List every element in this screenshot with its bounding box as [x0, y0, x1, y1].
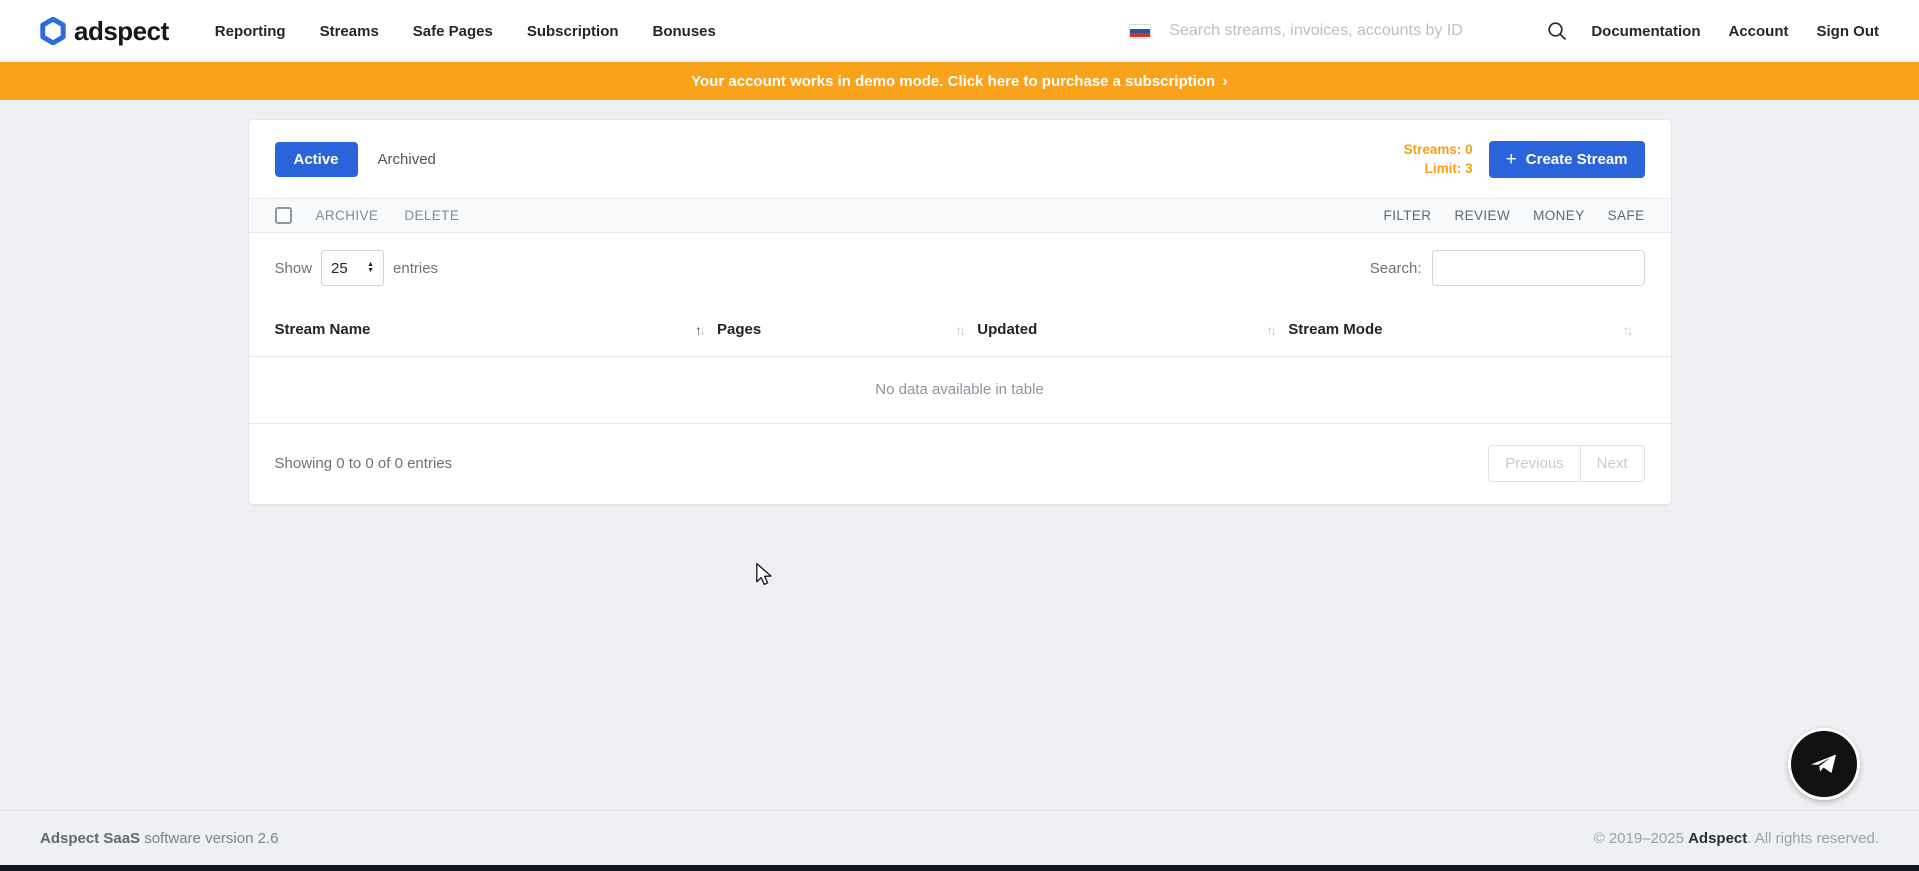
- plus-icon: +: [1506, 150, 1517, 169]
- money-mode[interactable]: MONEY: [1533, 208, 1585, 223]
- quota-limit: Limit: 3: [1404, 159, 1473, 178]
- safe-mode[interactable]: SAFE: [1608, 208, 1645, 223]
- link-account[interactable]: Account: [1729, 23, 1789, 40]
- pagination: Previous Next: [1488, 445, 1644, 482]
- global-search-input[interactable]: [1169, 22, 1539, 40]
- previous-page-button[interactable]: Previous: [1488, 445, 1580, 482]
- entries-label: entries: [393, 260, 438, 277]
- review-mode[interactable]: REVIEW: [1454, 208, 1510, 223]
- entries-select[interactable]: 25 ▲ ▼: [321, 250, 384, 286]
- show-label: Show: [275, 260, 313, 277]
- table-empty-message: No data available in table: [249, 357, 1671, 424]
- top-header: adspect Reporting Streams Safe Pages Sub…: [0, 0, 1919, 62]
- quota-streams: Streams: 0: [1404, 140, 1473, 159]
- column-header-pages[interactable]: Pages ↑↓: [717, 303, 977, 356]
- table-footer-row: Showing 0 to 0 of 0 entries Previous Nex…: [249, 424, 1671, 504]
- create-stream-label: Create Stream: [1526, 151, 1628, 168]
- next-page-button[interactable]: Next: [1580, 445, 1645, 482]
- header-right: Documentation Account Sign Out: [1129, 13, 1879, 49]
- quota-info: Streams: 0 Limit: 3: [1404, 140, 1473, 178]
- bottom-edge-strip: [0, 865, 1919, 871]
- entries-info: Showing 0 to 0 of 0 entries: [275, 455, 453, 472]
- russian-flag-icon[interactable]: [1129, 24, 1151, 39]
- select-all-checkbox[interactable]: [275, 207, 292, 224]
- main-area: Active Archived Streams: 0 Limit: 3 + Cr…: [0, 100, 1919, 810]
- column-header-stream-mode[interactable]: Stream Mode ↑↓: [1288, 303, 1644, 356]
- adspect-logo[interactable]: adspect: [40, 16, 169, 47]
- hexagon-logo-icon: [40, 17, 66, 45]
- nav-streams[interactable]: Streams: [320, 23, 379, 40]
- sort-icon: ↑↓: [695, 322, 703, 338]
- link-documentation[interactable]: Documentation: [1591, 23, 1700, 40]
- main-nav: Reporting Streams Safe Pages Subscriptio…: [215, 23, 716, 40]
- table-search-group: Search:: [1370, 250, 1645, 286]
- delete-action[interactable]: DELETE: [404, 208, 459, 223]
- streams-panel: Active Archived Streams: 0 Limit: 3 + Cr…: [248, 119, 1672, 505]
- tab-archived[interactable]: Archived: [378, 151, 436, 168]
- table-search-input[interactable]: [1432, 250, 1645, 286]
- sort-icon: ↑↓: [955, 322, 963, 338]
- archive-action[interactable]: ARCHIVE: [316, 208, 379, 223]
- sort-icon: ↑↓: [1266, 322, 1274, 338]
- select-arrows-icon: ▲ ▼: [367, 262, 374, 274]
- search-icon[interactable]: [1539, 13, 1575, 49]
- header-links: Documentation Account Sign Out: [1591, 23, 1879, 40]
- nav-safe-pages[interactable]: Safe Pages: [413, 23, 493, 40]
- column-header-stream-name[interactable]: Stream Name ↑↓: [275, 303, 718, 356]
- mode-filters: FILTER REVIEW MONEY SAFE: [1384, 208, 1645, 223]
- table-header-row: Stream Name ↑↓ Pages ↑↓ Updated ↑↓ Strea…: [249, 303, 1671, 357]
- table-search-label: Search:: [1370, 260, 1422, 277]
- nav-subscription[interactable]: Subscription: [527, 23, 619, 40]
- banner-message: Your account works in demo mode. Click h…: [691, 73, 1215, 90]
- table-controls-row: Show 25 ▲ ▼ entries Search:: [249, 233, 1671, 303]
- entries-selected-value: 25: [331, 260, 348, 277]
- column-header-updated[interactable]: Updated ↑↓: [977, 303, 1288, 356]
- filter-mode[interactable]: FILTER: [1384, 208, 1432, 223]
- telegram-chat-button[interactable]: [1788, 728, 1860, 800]
- create-stream-button[interactable]: + Create Stream: [1489, 141, 1645, 178]
- link-sign-out[interactable]: Sign Out: [1817, 23, 1880, 40]
- footer-version: Adspect SaaS software version 2.6: [40, 830, 278, 847]
- chevron-right-icon: ›: [1222, 71, 1228, 91]
- page-footer: Adspect SaaS software version 2.6 © 2019…: [0, 810, 1919, 865]
- bulk-actions-toolbar: ARCHIVE DELETE FILTER REVIEW MONEY SAFE: [249, 198, 1671, 233]
- brand-name: adspect: [74, 16, 169, 47]
- footer-brand: Adspect SaaS: [40, 830, 140, 847]
- telegram-icon: [1807, 747, 1841, 781]
- sort-icon: ↑↓: [1622, 322, 1630, 338]
- nav-reporting[interactable]: Reporting: [215, 23, 286, 40]
- nav-bonuses[interactable]: Bonuses: [653, 23, 716, 40]
- panel-header-row: Active Archived Streams: 0 Limit: 3 + Cr…: [249, 120, 1671, 198]
- tab-active[interactable]: Active: [275, 142, 358, 177]
- demo-mode-banner[interactable]: Your account works in demo mode. Click h…: [0, 62, 1919, 100]
- footer-copyright: © 2019–2025 Adspect. All rights reserved…: [1594, 830, 1879, 847]
